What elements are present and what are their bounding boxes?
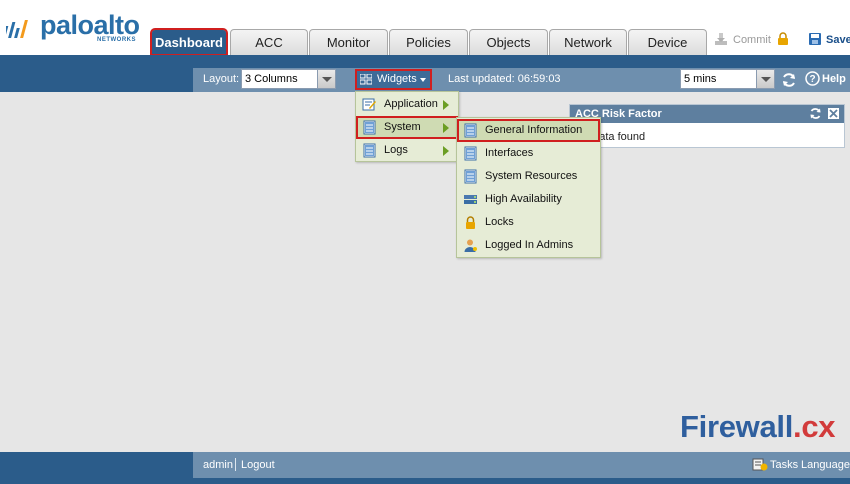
logo-wordmark: paloalto: [40, 10, 140, 40]
document-icon: [464, 123, 477, 138]
menu-item-logged-in-admins[interactable]: Logged In Admins: [457, 234, 600, 257]
widgets-dropdown-menu: Application System Logs: [355, 91, 459, 162]
refresh-interval-value: 5 mins: [684, 73, 717, 85]
menu-item-label: Application: [384, 98, 438, 110]
menu-item-interfaces[interactable]: Interfaces: [457, 142, 600, 165]
user-icon: [464, 239, 477, 252]
help-icon[interactable]: ?: [805, 71, 820, 86]
watermark-suffix: .cx: [793, 409, 836, 444]
tab-policies[interactable]: Policies: [389, 29, 468, 55]
header: paloalto NETWORKS Dashboard ACC Monitor …: [0, 0, 850, 56]
tab-objects[interactable]: Objects: [469, 29, 548, 55]
menu-item-label: High Availability: [485, 193, 562, 205]
svg-text:?: ?: [809, 74, 815, 85]
menu-item-system-resources[interactable]: System Resources: [457, 165, 600, 188]
commit-button[interactable]: Commit: [733, 34, 771, 46]
document-icon: [464, 169, 477, 184]
tab-dashboard[interactable]: Dashboard: [150, 28, 228, 56]
widget-title: ACC Risk Factor: [570, 105, 844, 123]
paloalto-logo: paloalto NETWORKS: [6, 10, 146, 46]
current-user: admin: [203, 459, 233, 471]
tasks-button[interactable]: Tasks: [770, 459, 798, 471]
submenu-arrow-icon: [443, 123, 449, 133]
logo-subtitle: NETWORKS: [97, 37, 136, 43]
application-icon: [362, 98, 376, 111]
chevron-down-icon[interactable]: [317, 70, 335, 88]
config-lock-icon[interactable]: [777, 32, 789, 46]
tab-device[interactable]: Device: [628, 29, 707, 55]
menu-item-label: Interfaces: [485, 147, 534, 159]
refresh-icon[interactable]: [809, 107, 822, 120]
widgets-grid-icon: [360, 74, 372, 85]
document-icon: [464, 146, 477, 161]
widget-body: No data found: [576, 131, 646, 143]
menu-item-locks[interactable]: Locks: [457, 211, 600, 234]
widget-tools: [807, 107, 840, 121]
cluster-icon: [464, 195, 477, 204]
menu-item-label: System Resources: [485, 170, 578, 182]
dashboard-toolbar: Layout: 3 Columns Widgets Last updated: …: [0, 55, 850, 92]
save-icon[interactable]: [808, 32, 822, 46]
menu-item-high-availability[interactable]: High Availability: [457, 188, 600, 211]
footer: admin Logout Tasks Language: [0, 452, 850, 484]
layout-select[interactable]: 3 Columns: [241, 69, 336, 89]
help-button[interactable]: Help: [822, 73, 846, 85]
menu-item-logs[interactable]: Logs: [356, 139, 458, 162]
watermark-text: Firewall.cx: [680, 409, 836, 445]
layout-label: Layout:: [203, 73, 240, 85]
system-icon: [363, 120, 376, 135]
tab-network[interactable]: Network: [549, 29, 627, 55]
menu-item-label: General Information: [485, 124, 583, 136]
commit-icon[interactable]: [714, 32, 728, 46]
menu-item-label: Locks: [485, 216, 514, 228]
menu-item-label: Logs: [384, 144, 408, 156]
menu-item-general-information[interactable]: General Information: [457, 119, 600, 142]
lock-icon: [466, 216, 475, 229]
caret-down-icon: [420, 78, 426, 82]
tab-monitor[interactable]: Monitor: [309, 29, 388, 55]
submenu-arrow-icon: [443, 100, 449, 110]
logo-mark-icon: [6, 20, 28, 38]
language-button[interactable]: Language: [801, 459, 850, 471]
menu-item-application[interactable]: Application: [356, 93, 458, 116]
refresh-interval-select[interactable]: 5 mins: [680, 69, 775, 89]
last-updated-label: Last updated:: [448, 73, 515, 85]
toolbar-bar: Layout: 3 Columns Widgets Last updated: …: [193, 68, 850, 92]
save-button[interactable]: Save: [826, 34, 850, 46]
logs-icon: [363, 143, 376, 158]
firewall-cx-watermark: Firewall.cx: [680, 409, 850, 449]
widgets-menu-button[interactable]: Widgets: [355, 69, 432, 90]
close-icon[interactable]: [827, 107, 840, 120]
widgets-label: Widgets: [377, 73, 417, 85]
logout-link[interactable]: Logout: [241, 459, 275, 471]
menu-item-system[interactable]: System: [356, 116, 458, 139]
divider: [235, 458, 236, 471]
submenu-arrow-icon: [443, 146, 449, 156]
tab-acc[interactable]: ACC: [230, 29, 308, 55]
last-updated: Last updated: 06:59:03: [448, 73, 561, 85]
menu-item-label: Logged In Admins: [485, 239, 574, 251]
refresh-icon[interactable]: [781, 72, 797, 88]
menu-item-label: System: [384, 121, 421, 133]
tasks-icon[interactable]: [752, 457, 768, 472]
system-submenu: General Information Interfaces System Re…: [456, 117, 601, 258]
watermark-name: Firewall: [680, 409, 794, 444]
acc-risk-factor-widget: ACC Risk Factor No data found: [569, 104, 845, 148]
chevron-down-icon[interactable]: [756, 70, 774, 88]
footer-bar: admin Logout Tasks Language: [193, 452, 850, 478]
last-updated-value: 06:59:03: [517, 73, 561, 85]
layout-select-value: 3 Columns: [245, 73, 298, 85]
